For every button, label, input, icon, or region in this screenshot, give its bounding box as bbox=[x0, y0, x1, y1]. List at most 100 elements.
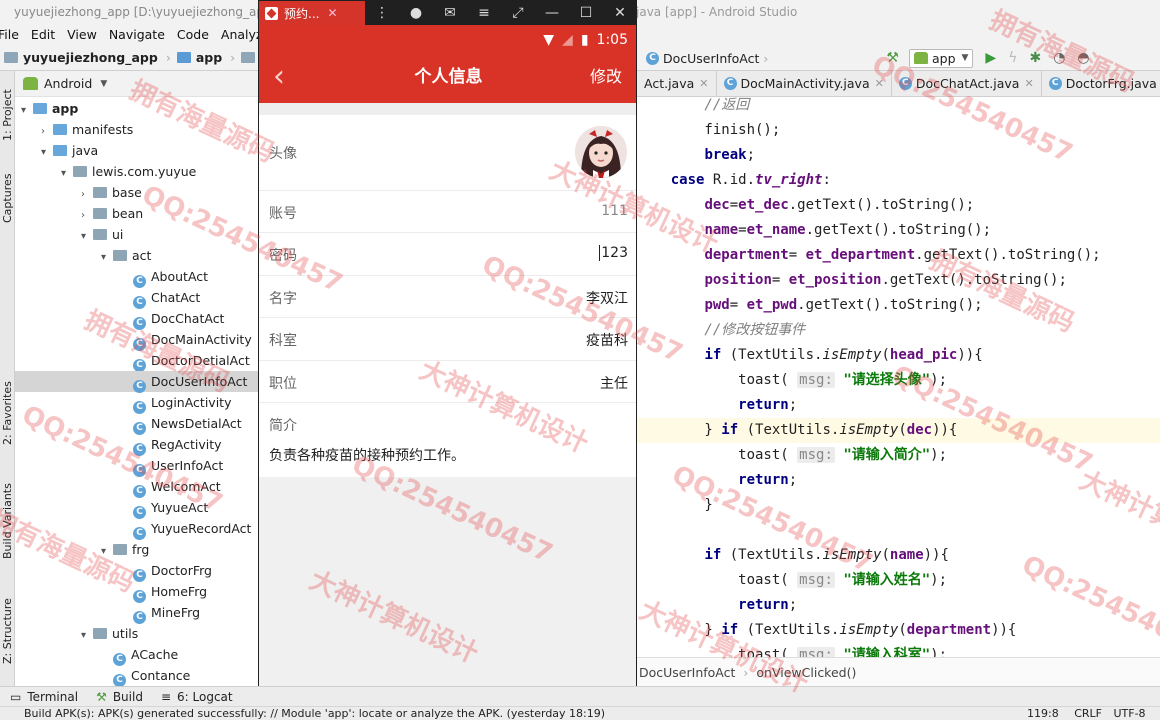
tree-item-userinfoact[interactable]: C UserInfoAct bbox=[15, 455, 258, 477]
mail-icon[interactable]: ✉ bbox=[433, 5, 467, 21]
collapse-arrow-icon[interactable]: › bbox=[81, 184, 93, 205]
code-line[interactable]: position= et_position.getText().toString… bbox=[637, 268, 1160, 293]
debug-icon[interactable]: ✱ bbox=[1029, 50, 1041, 66]
tree-item-contance[interactable]: C Contance bbox=[15, 665, 258, 686]
tree-item-aboutact[interactable]: C AboutAct bbox=[15, 266, 258, 288]
breadcrumb-class[interactable]: DocUserInfoAct bbox=[639, 665, 735, 680]
code-line[interactable]: //返回 bbox=[637, 97, 1160, 118]
tree-item-lewis-com-yuyue[interactable]: ▾ lewis.com.yuyue bbox=[15, 161, 258, 182]
tree-item-docmainactivity[interactable]: C DocMainActivity bbox=[15, 329, 258, 351]
tab-docchatact[interactable]: C DocChatAct.java ✕ bbox=[892, 71, 1042, 96]
avatar[interactable] bbox=[575, 126, 627, 178]
tree-item-doctordetialact[interactable]: C DoctorDetialAct bbox=[15, 350, 258, 372]
name-input[interactable]: 李双江 bbox=[586, 288, 628, 308]
avatar-row[interactable]: 头像 bbox=[259, 115, 636, 191]
menu-edit[interactable]: Edit bbox=[31, 27, 55, 42]
more-vert-icon[interactable]: ⋮ bbox=[365, 5, 399, 21]
tree-item-homefrg[interactable]: C HomeFrg bbox=[15, 581, 258, 603]
expand-arrow-icon[interactable]: ▾ bbox=[41, 142, 53, 163]
code-line[interactable]: finish(); bbox=[637, 118, 1160, 143]
name-row[interactable]: 名字 李双江 bbox=[259, 276, 636, 318]
expand-arrow-icon[interactable]: ▾ bbox=[81, 625, 93, 646]
code-line[interactable]: toast( msg: "请选择头像"); bbox=[637, 368, 1160, 393]
department-input[interactable]: 疫苗科 bbox=[586, 330, 628, 350]
code-line[interactable]: //修改按钮事件 bbox=[637, 318, 1160, 343]
collapse-arrow-icon[interactable]: › bbox=[41, 121, 53, 142]
apply-changes-icon[interactable]: ϟ bbox=[1008, 50, 1017, 66]
expand-arrow-icon[interactable]: ▾ bbox=[81, 226, 93, 247]
tree-item-docchatact[interactable]: C DocChatAct bbox=[15, 308, 258, 330]
code-line[interactable]: department= et_department.getText().toSt… bbox=[637, 243, 1160, 268]
tree-item-act[interactable]: ▾ act bbox=[15, 245, 258, 266]
breadcrumb-app[interactable]: app bbox=[176, 50, 222, 65]
code-line[interactable]: toast( msg: "请输入姓名"); bbox=[637, 568, 1160, 593]
tree-item-yuyueact[interactable]: C YuyueAct bbox=[15, 497, 258, 519]
close-icon[interactable]: ✕ bbox=[875, 77, 884, 90]
account-icon[interactable]: ● bbox=[399, 5, 433, 21]
tab-docmainactivity[interactable]: C DocMainActivity.java ✕ bbox=[717, 71, 892, 96]
close-icon[interactable]: ✕ bbox=[699, 77, 708, 90]
code-line[interactable]: dec=et_dec.getText().toString(); bbox=[637, 193, 1160, 218]
minimize-icon[interactable]: — bbox=[535, 5, 569, 21]
code-line[interactable]: } bbox=[637, 493, 1160, 518]
line-separator[interactable]: CRLF bbox=[1074, 707, 1102, 720]
emulator-app-tab[interactable]: 预约... ✕ bbox=[259, 1, 365, 25]
tree-item-manifests[interactable]: › manifests bbox=[15, 119, 258, 140]
tree-item-loginactivity[interactable]: C LoginActivity bbox=[15, 392, 258, 414]
tree-item-minefrg[interactable]: C MineFrg bbox=[15, 602, 258, 624]
tree-item-base[interactable]: › base bbox=[15, 182, 258, 203]
position-input[interactable]: 主任 bbox=[600, 373, 628, 393]
code-line[interactable]: return; bbox=[637, 393, 1160, 418]
tree-item-utils[interactable]: ▾ utils bbox=[15, 623, 258, 644]
tool-tab-project[interactable]: 1: Project bbox=[0, 75, 15, 155]
breadcrumb-project[interactable]: yuyuejiezhong_app bbox=[4, 50, 158, 65]
tree-item-bean[interactable]: › bean bbox=[15, 203, 258, 224]
tool-tab-build-variants[interactable]: Build Variants bbox=[0, 471, 15, 571]
caret-position[interactable]: 119:8 bbox=[1027, 707, 1059, 720]
profile-icon[interactable]: ◔ bbox=[1053, 50, 1065, 66]
tree-item-docuserinfoact[interactable]: C DocUserInfoAct bbox=[15, 371, 258, 393]
menu-icon[interactable]: ≡ bbox=[467, 5, 501, 21]
menu-view[interactable]: View bbox=[67, 27, 97, 42]
code-line[interactable]: return; bbox=[637, 468, 1160, 493]
tab-doctorfrg[interactable]: C DoctorFrg.java bbox=[1042, 71, 1160, 96]
code-area[interactable]: //返回 finish(); break; case R.id.tv_right… bbox=[637, 97, 1160, 657]
close-icon[interactable]: ✕ bbox=[327, 6, 337, 20]
attach-debugger-icon[interactable]: ◓ bbox=[1077, 50, 1089, 66]
code-line[interactable] bbox=[637, 518, 1160, 543]
code-line[interactable]: } if (TextUtils.isEmpty(department)){ bbox=[637, 618, 1160, 643]
menu-code[interactable]: Code bbox=[177, 27, 209, 42]
code-line[interactable]: if (TextUtils.isEmpty(head_pic)){ bbox=[637, 343, 1160, 368]
run-icon[interactable]: ▶ bbox=[985, 50, 996, 66]
tree-item-ui[interactable]: ▾ ui bbox=[15, 224, 258, 245]
collapse-arrow-icon[interactable]: › bbox=[81, 205, 93, 226]
close-window-icon[interactable]: ✕ bbox=[603, 5, 636, 21]
code-line[interactable]: toast( msg: "请输入科室"); bbox=[637, 643, 1160, 657]
code-line[interactable]: case R.id.tv_right: bbox=[637, 168, 1160, 193]
tool-tab-captures[interactable]: Captures bbox=[0, 163, 15, 233]
code-line[interactable]: pwd= et_pwd.getText().toString(); bbox=[637, 293, 1160, 318]
tool-logcat[interactable]: 6: Logcat bbox=[177, 690, 233, 704]
project-view-selector[interactable]: Android ▼ bbox=[15, 71, 258, 97]
menu-navigate[interactable]: Navigate bbox=[109, 27, 165, 42]
tree-item-java[interactable]: ▾ java bbox=[15, 140, 258, 161]
tree-item-yuyuerecordact[interactable]: C YuyueRecordAct bbox=[15, 518, 258, 540]
code-line[interactable]: name=et_name.getText().toString(); bbox=[637, 218, 1160, 243]
hammer-icon[interactable]: ⚒ bbox=[886, 50, 899, 66]
department-row[interactable]: 科室 疫苗科 bbox=[259, 318, 636, 361]
edit-button[interactable]: 修改 bbox=[590, 55, 622, 99]
tree-item-regactivity[interactable]: C RegActivity bbox=[15, 434, 258, 456]
intro-input[interactable]: 负责各种疫苗的接种预约工作。 bbox=[269, 445, 465, 465]
password-row[interactable]: 密码 123 bbox=[259, 233, 636, 276]
code-line[interactable]: break; bbox=[637, 143, 1160, 168]
tool-tab-favorites[interactable]: 2: Favorites bbox=[0, 371, 15, 456]
intro-row[interactable]: 简介 负责各种疫苗的接种预约工作。 bbox=[259, 403, 636, 477]
tree-item-frg[interactable]: ▾ frg bbox=[15, 539, 258, 560]
password-input[interactable]: 123 bbox=[599, 245, 628, 261]
tree-item-chatact[interactable]: C ChatAct bbox=[15, 287, 258, 309]
tree-item-doctorfrg[interactable]: C DoctorFrg bbox=[15, 560, 258, 582]
menu-file[interactable]: File bbox=[0, 27, 19, 42]
tab-act-java[interactable]: Act.java ✕ bbox=[637, 71, 717, 96]
code-line[interactable]: } if (TextUtils.isEmpty(dec)){ bbox=[637, 418, 1160, 443]
expand-arrow-icon[interactable]: ▾ bbox=[61, 163, 73, 184]
